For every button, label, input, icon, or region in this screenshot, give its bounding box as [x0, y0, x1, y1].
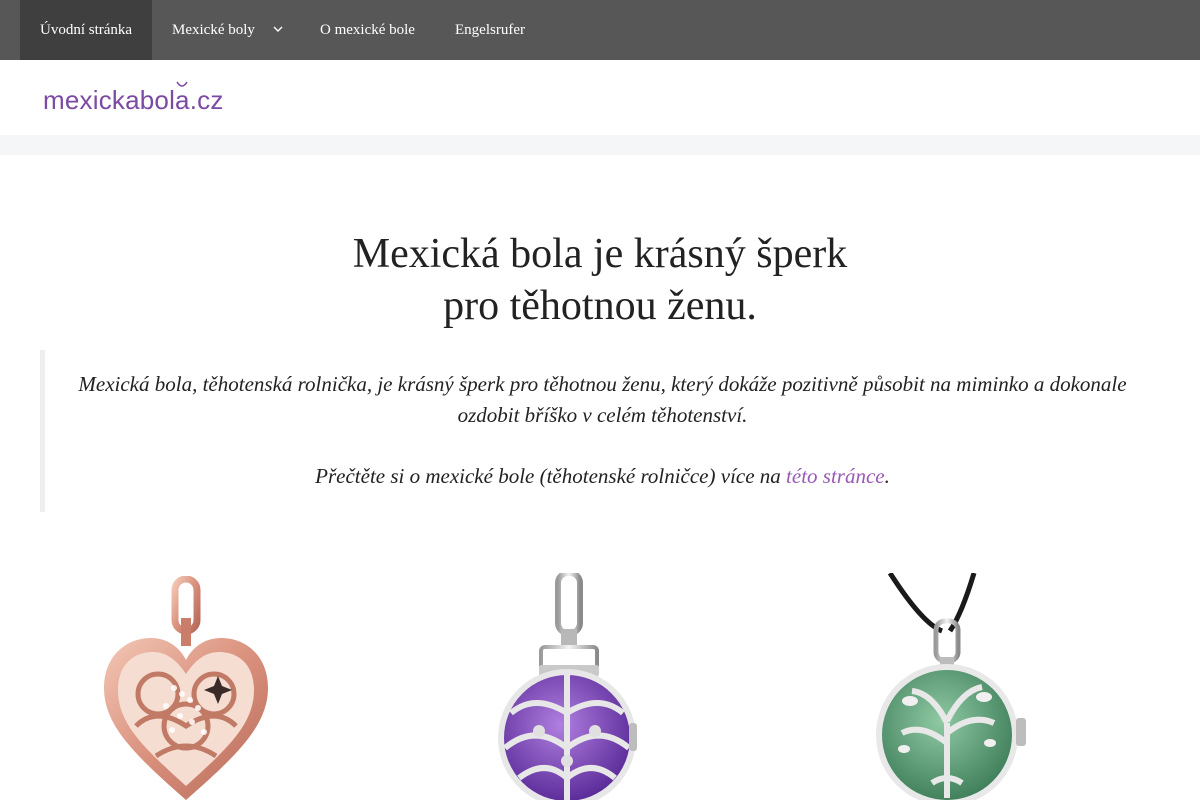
intro-paragraph: Mexická bola, těhotenská rolnička, je kr…	[78, 372, 1127, 427]
logo-text: mexickabola.cz	[43, 85, 224, 115]
pendant-logo-icon	[174, 81, 190, 100]
read-more-text: Přečtěte si o mexické bole (těhotenské r…	[315, 464, 787, 488]
nav-item-engelsrufer[interactable]: Engelsrufer	[455, 0, 525, 60]
nav-item-label: O mexické bole	[320, 22, 415, 38]
page-title-line-1: Mexická bola je krásný šperk	[352, 231, 848, 277]
page-title-line-2: pro těhotnou ženu.	[443, 283, 757, 329]
product-image-green-tree-pendant[interactable]	[862, 573, 1032, 800]
site-logo[interactable]: mexickabola.cz	[43, 81, 224, 115]
nav-item-home[interactable]: Úvodní stránka	[20, 0, 153, 60]
silver-purple-ball-pendant-icon	[498, 573, 637, 800]
product-image-purple-ball-pendant[interactable]	[495, 573, 640, 800]
read-more-link[interactable]: této stránce	[786, 464, 885, 488]
page-title: Mexická bola je krásný šperk pro těhotno…	[200, 228, 1000, 332]
nav-item-o-mexicke-bole[interactable]: O mexické bole	[320, 0, 415, 60]
read-more-paragraph: Přečtěte si o mexické bole (těhotenské r…	[45, 461, 1160, 492]
top-navigation: Úvodní stránka Mexické boly O mexické bo…	[0, 0, 1200, 60]
rose-gold-heart-pendant-icon	[104, 576, 268, 800]
silver-green-tree-ball-pendant-icon	[876, 573, 1026, 800]
nav-item-mexicke-boly[interactable]: Mexické boly	[172, 0, 283, 60]
nav-item-label: Engelsrufer	[455, 22, 525, 38]
chevron-down-icon	[273, 0, 283, 59]
header-separator-band	[0, 135, 1200, 155]
read-more-suffix: .	[884, 464, 890, 488]
nav-item-label: Mexické boly	[172, 22, 255, 38]
nav-item-label: Úvodní stránka	[40, 22, 133, 38]
product-image-heart-pendant[interactable]	[96, 576, 276, 800]
